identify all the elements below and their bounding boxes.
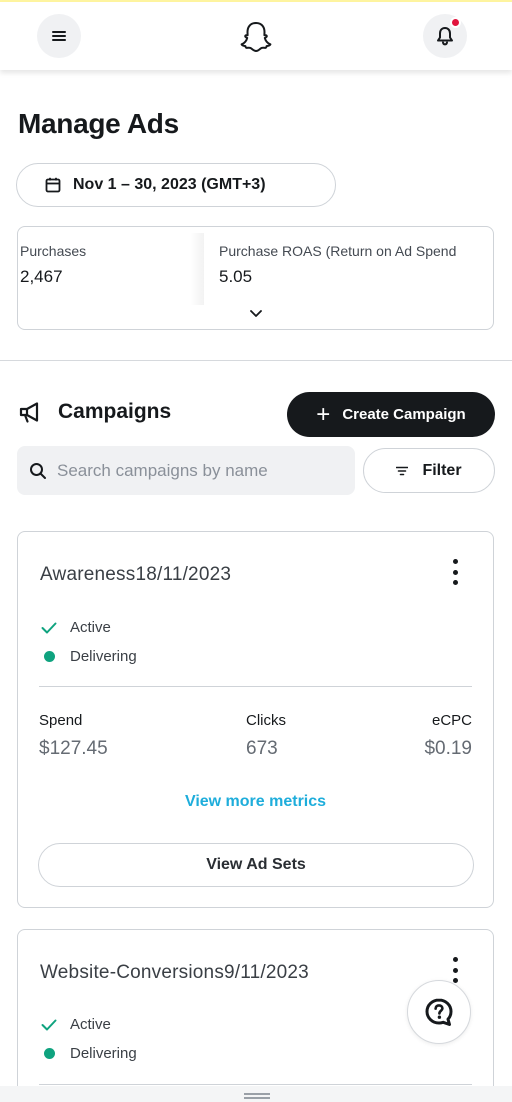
card-divider [39,686,472,687]
stat-clicks: Clicks 673 [246,712,286,760]
campaign-delivery: Delivering [40,648,137,665]
notification-dot [450,17,461,28]
delivery-dot-icon [43,1048,55,1059]
check-icon [40,1019,58,1031]
date-range-button[interactable]: Nov 1 – 30, 2023 (GMT+3) [16,163,336,207]
metrics-summary[interactable]: Purchases 2,467 Purchase ROAS (Return on… [17,226,494,330]
delivery-dot-icon [43,651,55,662]
hamburger-icon [52,31,66,41]
create-campaign-button[interactable]: + Create Campaign [287,392,495,437]
search-icon [30,462,46,479]
view-ad-sets-button[interactable]: View Ad Sets [38,843,474,887]
stat-value: $127.45 [39,738,108,759]
stat-label: Spend [39,712,83,729]
check-icon [40,622,58,634]
scroll-shadow [190,233,204,305]
stat-value: 673 [246,738,278,759]
menu-button[interactable] [37,14,81,58]
more-options-icon[interactable] [444,557,466,587]
filter-label: Filter [422,461,462,479]
create-campaign-label: Create Campaign [342,406,466,423]
page-title: Manage Ads [18,108,179,139]
campaigns-title: Campaigns [58,400,172,423]
help-button[interactable] [407,980,471,1044]
campaign-card[interactable]: Awareness18/11/2023 Active Delivering Sp… [17,531,494,908]
chevron-down-icon[interactable] [248,307,264,319]
help-question-icon [425,998,453,1026]
stat-ecpc: eCPC $0.19 [424,712,472,760]
notifications-button[interactable] [423,14,467,58]
status-label: Active [70,1016,111,1033]
filter-button[interactable]: Filter [363,448,495,493]
bell-icon [437,27,453,46]
calendar-icon [45,177,61,193]
campaign-name: Website-Conversions9/11/2023 [40,962,309,983]
section-divider [0,360,512,361]
date-range-label: Nov 1 – 30, 2023 (GMT+3) [73,176,266,193]
status-label: Active [70,619,111,636]
stat-label: eCPC [431,712,472,729]
top-header [0,2,512,70]
filter-icon [396,466,409,475]
delivery-label: Delivering [70,1045,137,1062]
megaphone-icon [19,402,39,423]
metric-purchases: Purchases 2,467 [20,243,86,287]
campaigns-header: Campaigns [18,400,171,424]
search-input[interactable] [57,460,347,481]
metric-label: Purchases [20,243,87,259]
metric-purchase-roas: Purchase ROAS (Return on Ad Spend 5.05 [219,243,456,287]
campaign-status: Active [40,619,111,636]
delivery-label: Delivering [70,648,137,665]
card-divider [39,1084,472,1085]
view-more-metrics-link[interactable]: View more metrics [18,793,493,811]
metric-value: 2,467 [20,267,63,286]
campaign-status: Active [40,1016,111,1033]
metric-value: 5.05 [219,267,253,286]
stat-label: Clicks [246,712,286,729]
snapchat-ghost-icon[interactable] [238,20,274,56]
search-bar[interactable] [17,446,355,495]
stat-value: $0.19 [424,738,472,759]
metric-label: Purchase ROAS (Return on Ad Spend [219,243,457,259]
campaign-name: Awareness18/11/2023 [40,564,232,585]
plus-icon: + [316,400,331,428]
campaign-delivery: Delivering [40,1045,137,1062]
drag-handle[interactable] [244,1093,270,1099]
stat-spend: Spend $127.45 [39,712,108,760]
